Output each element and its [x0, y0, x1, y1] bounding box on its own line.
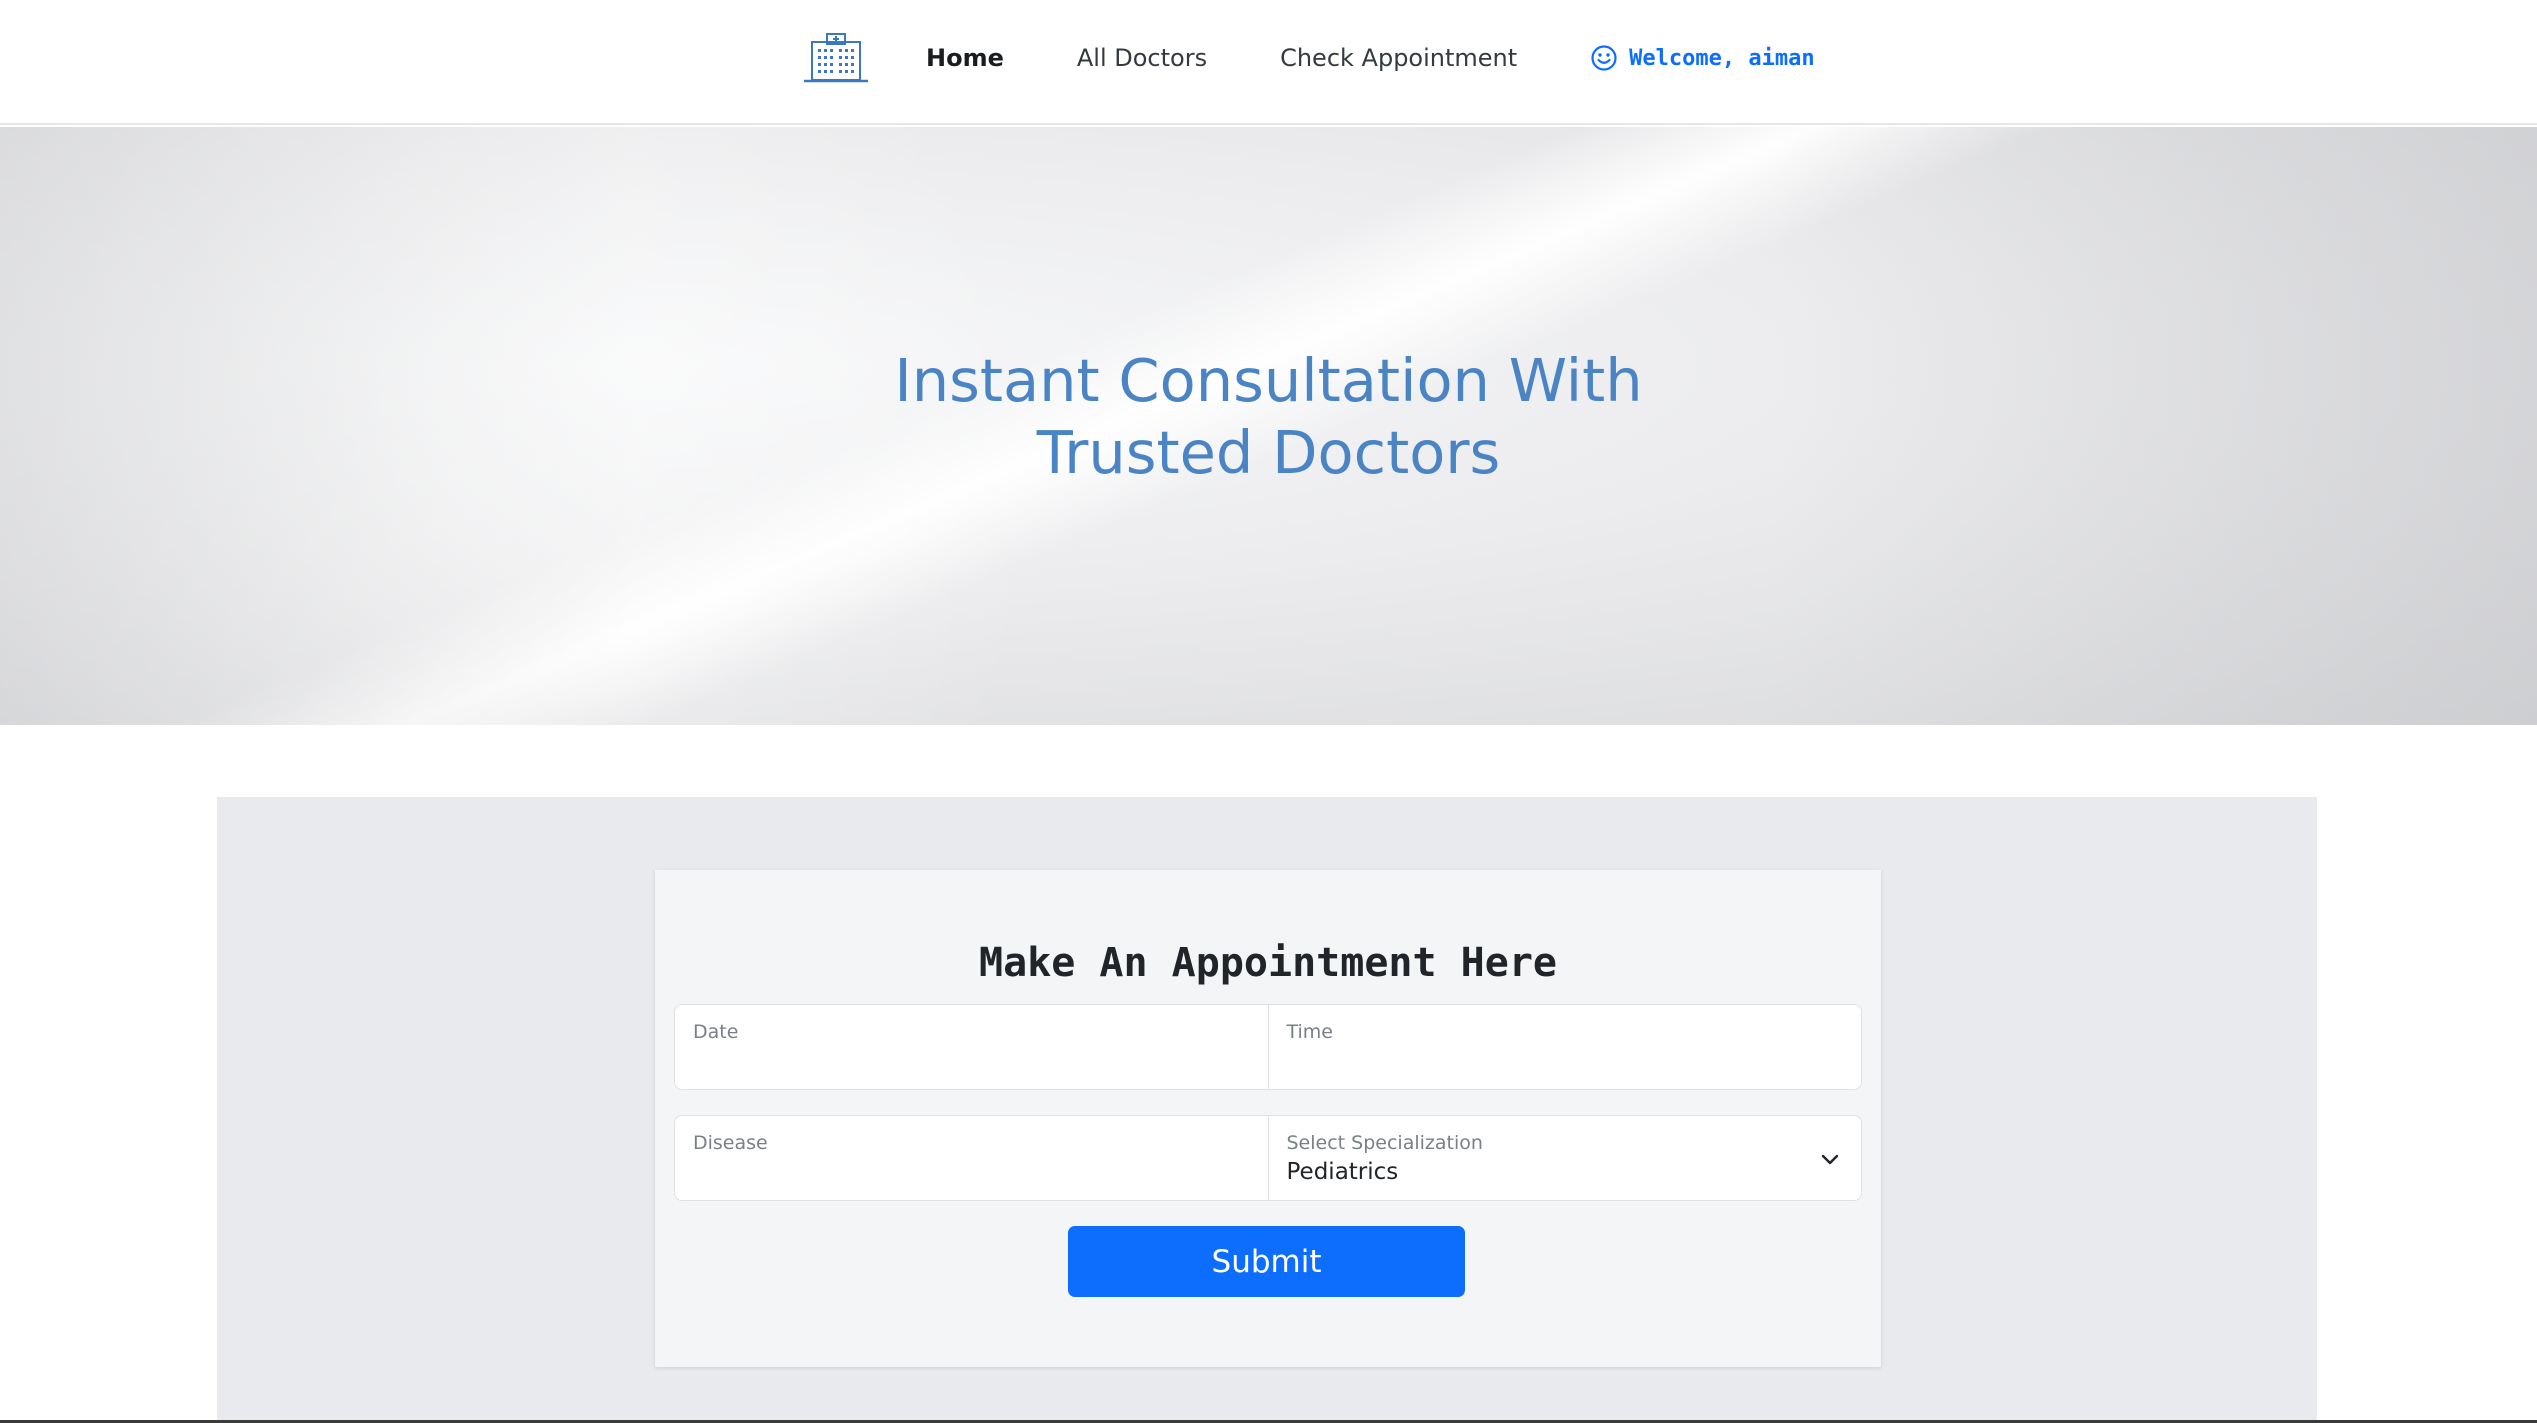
disease-field[interactable]: Disease	[674, 1115, 1269, 1201]
nav-link-all-doctors[interactable]: All Doctors	[1077, 44, 1207, 72]
hero-title: Instant Consultation With Trusted Doctor…	[0, 345, 2537, 489]
date-field[interactable]: Date	[674, 1004, 1269, 1090]
date-time-row: Date Time	[674, 1004, 1862, 1090]
time-field[interactable]: Time	[1268, 1004, 1862, 1090]
date-label: Date	[693, 1021, 739, 1043]
welcome-user[interactable]: Welcome, aiman	[1590, 44, 1815, 72]
hero-title-line1: Instant Consultation With	[894, 346, 1643, 415]
time-label: Time	[1286, 1021, 1334, 1043]
nav-inner: Home All Doctors Check Appointment Welco…	[803, 20, 1815, 96]
hospital-icon[interactable]	[803, 32, 869, 84]
disease-label: Disease	[693, 1132, 768, 1154]
specialization-value: Pediatrics	[1286, 1159, 1399, 1185]
specialization-select[interactable]: Select Specialization Pediatrics	[1268, 1115, 1862, 1201]
appointment-card: Make An Appointment Here Date Time Disea…	[655, 870, 1881, 1367]
specialization-label: Select Specialization	[1286, 1132, 1483, 1154]
disease-specialization-row: Disease Select Specialization Pediatrics	[674, 1115, 1862, 1201]
appointment-section: Make An Appointment Here Date Time Disea…	[217, 797, 2317, 1423]
hero-title-line2: Trusted Doctors	[1036, 418, 1501, 487]
nav-link-home[interactable]: Home	[926, 44, 1004, 72]
submit-button[interactable]: Submit	[1068, 1226, 1465, 1297]
smile-icon	[1591, 45, 1617, 71]
nav-link-check-appointment[interactable]: Check Appointment	[1280, 44, 1517, 72]
chevron-down-icon	[1821, 1154, 1839, 1165]
navbar: Home All Doctors Check Appointment Welco…	[0, 0, 2537, 125]
form-title: Make An Appointment Here	[979, 940, 1557, 986]
welcome-text: Welcome, aiman	[1629, 45, 1815, 71]
hero-banner: Instant Consultation With Trusted Doctor…	[0, 127, 2537, 725]
